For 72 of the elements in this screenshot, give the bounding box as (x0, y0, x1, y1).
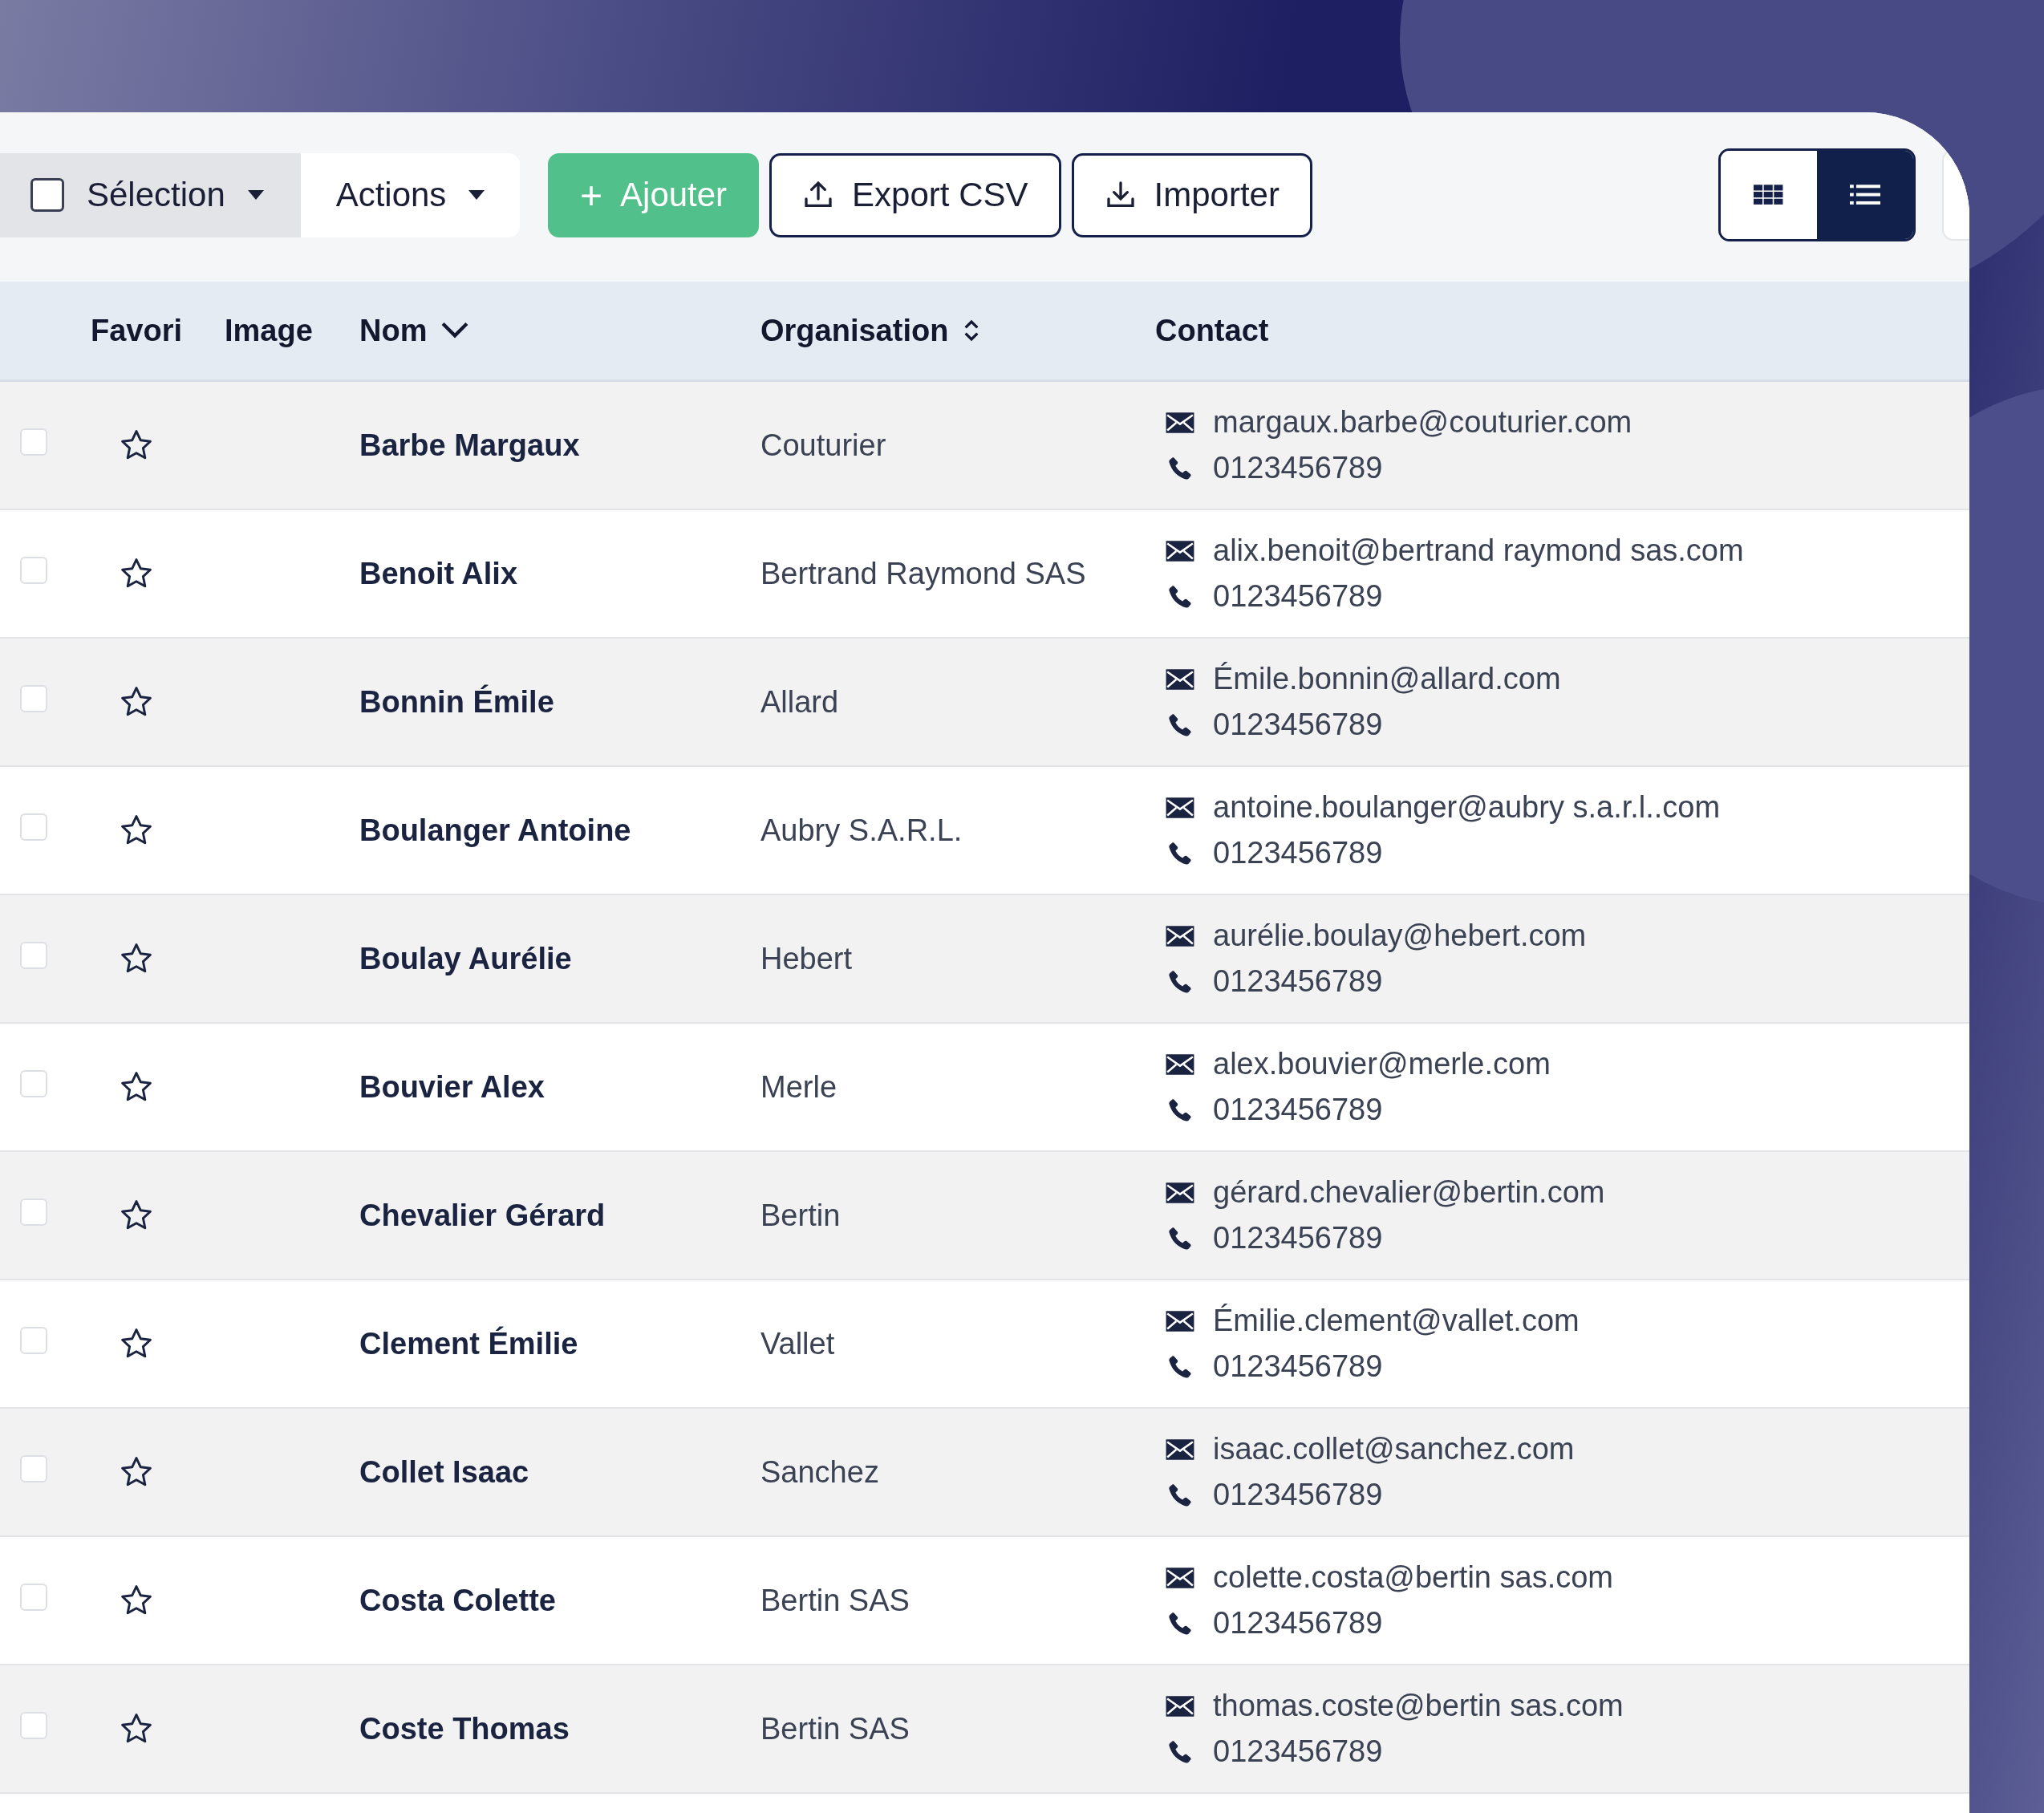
grid-view-button[interactable] (1721, 151, 1817, 239)
contact-name: Barbe Margaux (359, 428, 581, 463)
phone-number: 0123456789 (1213, 1606, 1383, 1641)
phone-number: 0123456789 (1213, 1221, 1383, 1255)
contact-name: Benoit Alix (359, 556, 519, 591)
phone-number: 0123456789 (1213, 836, 1383, 870)
chevron-down-icon[interactable] (441, 322, 469, 339)
selection-dropdown[interactable]: Sélection (0, 152, 301, 237)
phone-number: 0123456789 (1213, 1093, 1383, 1127)
email-text: Émile.bonnin@allard.com (1213, 662, 1561, 696)
contact-name: Collet Isaac (359, 1454, 530, 1490)
contact-name: Clement Émilie (359, 1326, 579, 1361)
contact-name: Costa Colette (359, 1583, 557, 1618)
row-checkbox[interactable] (20, 1711, 47, 1739)
organisation-name: Allard (760, 684, 840, 720)
email-text: aurélie.boulay@hebert.com (1213, 919, 1587, 953)
list-icon (1850, 185, 1880, 205)
organisation-name: Couturier (760, 428, 887, 463)
phone-number: 0123456789 (1213, 451, 1383, 485)
phone-number: 0123456789 (1213, 1349, 1383, 1384)
organisation-name: Bertrand Raymond SAS (760, 556, 1087, 591)
row-checkbox[interactable] (20, 813, 47, 841)
select-all-checkbox[interactable] (30, 178, 64, 212)
row-checkbox[interactable] (20, 1454, 47, 1482)
email-text: alex.bouvier@merle.com (1213, 1047, 1551, 1081)
import-button[interactable]: Importer (1071, 152, 1312, 237)
row-checkbox[interactable] (20, 1198, 47, 1226)
organisation-name: Bertin SAS (760, 1583, 910, 1618)
column-header[interactable]: Contact (1155, 313, 1269, 348)
export-button[interactable]: Export CSV (769, 152, 1061, 237)
phone-number: 0123456789 (1213, 1734, 1383, 1769)
organisation-name: Aubry S.A.R.L. (760, 813, 963, 848)
row-checkbox[interactable] (20, 941, 47, 969)
actions-dropdown[interactable]: Actions (301, 152, 520, 237)
organisation-name: Vallet (760, 1326, 836, 1361)
row-checkbox[interactable] (20, 1069, 47, 1097)
column-header[interactable]: Nom (359, 313, 428, 348)
phone-number: 0123456789 (1213, 708, 1383, 742)
email-text: Émilie.clement@vallet.com (1213, 1304, 1580, 1338)
email-text: thomas.coste@bertin sas.com (1213, 1689, 1624, 1723)
row-checkbox[interactable] (20, 556, 47, 584)
email-text: gérard.chevalier@bertin.com (1213, 1175, 1605, 1210)
phone-number: 0123456789 (1213, 579, 1383, 614)
column-header[interactable]: Image (225, 313, 313, 348)
organisation-name: Sanchez (760, 1454, 880, 1490)
organisation-name: Bertin (760, 1198, 842, 1233)
row-checkbox[interactable] (20, 1583, 47, 1611)
list-view-button[interactable] (1817, 151, 1913, 239)
contact-name: Boulanger Antoine (359, 813, 632, 848)
email-text: isaac.collet@sanchez.com (1213, 1432, 1575, 1466)
contact-name: Boulay Aurélie (359, 941, 573, 976)
contact-name: Bouvier Alex (359, 1069, 545, 1105)
organisation-name: Hebert (760, 941, 854, 976)
email-text: margaux.barbe@couturier.com (1213, 405, 1632, 440)
organisation-name: Bertin SAS (760, 1711, 910, 1746)
email-text: antoine.boulanger@aubry s.a.r.l..com (1213, 790, 1721, 825)
phone-number: 0123456789 (1213, 1478, 1383, 1512)
caret-icon (247, 190, 264, 200)
grid-icon (1754, 185, 1784, 205)
email-text: colette.costa@bertin sas.com (1213, 1560, 1613, 1595)
contact-name: Bonnin Émile (359, 684, 555, 720)
contact-name: Coste Thomas (359, 1711, 570, 1746)
row-checkbox[interactable] (20, 684, 47, 712)
contact-name: Chevalier Gérard (359, 1198, 606, 1233)
row-checkbox[interactable] (20, 428, 47, 456)
row-checkbox[interactable] (20, 1326, 47, 1354)
email-text: alix.benoit@bertrand raymond sas.com (1213, 533, 1744, 568)
phone-number: 0123456789 (1213, 964, 1383, 999)
caret-icon (468, 190, 485, 200)
column-header[interactable]: Favori (90, 313, 182, 348)
column-header[interactable]: Organisation (760, 313, 949, 348)
organisation-name: Merle (760, 1069, 838, 1105)
